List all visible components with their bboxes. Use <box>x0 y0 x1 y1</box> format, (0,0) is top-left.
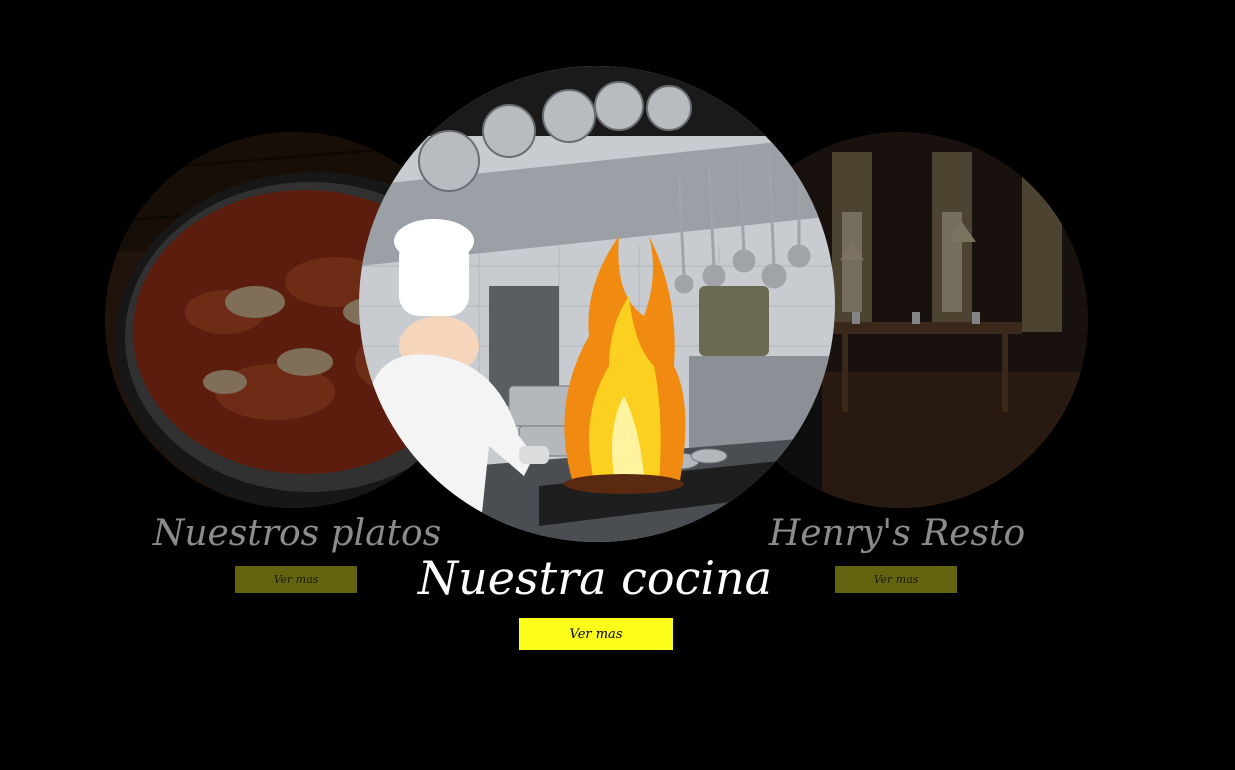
slide-title-cocina: Nuestra cocina <box>417 551 773 605</box>
slide-title-platos: Nuestros platos <box>152 513 442 554</box>
slide-title-resto: Henry's Resto <box>768 513 1026 554</box>
ver-mas-resto-button[interactable]: Ver mas <box>835 566 957 593</box>
ver-mas-cocina-button[interactable]: Ver mas <box>519 618 673 650</box>
ver-mas-platos-button[interactable]: Ver mas <box>235 566 357 593</box>
slide-carousel: Nuestros platos Henry's Resto Nuestra co… <box>0 0 1235 770</box>
kitchen-image[interactable] <box>359 66 835 542</box>
